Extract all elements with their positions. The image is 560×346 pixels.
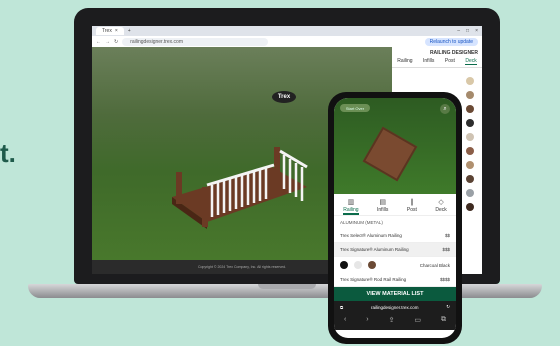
railing-option-selected[interactable]: Trex Signature® Aluminum Railing $$$	[334, 243, 456, 257]
phone-swatch-row: Charcoal Black	[334, 257, 456, 273]
phone-tab-label: Post	[406, 207, 417, 213]
phone-tab-label: Railing	[343, 207, 359, 213]
reload-icon[interactable]: ↻	[446, 304, 450, 310]
maximize-icon[interactable]: □	[466, 28, 469, 34]
color-swatch[interactable]	[340, 261, 348, 269]
tab-railing[interactable]: Railing	[397, 58, 412, 65]
phone-tabs: ▥ Railing ▤ Infills ∥ Post ◇ Deck	[334, 194, 456, 215]
color-swatch-list	[466, 77, 474, 211]
browser-tab[interactable]: Trex ×	[96, 27, 124, 35]
tab-deck[interactable]: Deck	[465, 58, 477, 65]
option-price: $$$	[442, 247, 450, 252]
option-price: $$	[444, 233, 450, 238]
color-swatch[interactable]	[466, 175, 474, 183]
color-swatch[interactable]	[466, 203, 474, 211]
deck-railing-illustration	[172, 147, 308, 229]
deck-icon: ◇	[438, 199, 444, 206]
color-swatch[interactable]	[466, 147, 474, 155]
color-swatch[interactable]	[466, 91, 474, 99]
phone-tab-label: Infills	[377, 207, 389, 213]
update-button[interactable]: Relaunch to update	[424, 37, 478, 46]
color-swatch[interactable]	[466, 161, 474, 169]
phone-url: railingdesigner.trex.com	[370, 304, 419, 310]
new-tab-icon[interactable]: +	[128, 28, 131, 34]
color-swatch[interactable]	[466, 189, 474, 197]
deck-top-view	[362, 126, 418, 182]
start-over-button[interactable]: Start Over	[340, 104, 370, 112]
tab-infills[interactable]: Infills	[423, 58, 434, 65]
phone-tab-infills[interactable]: ▤ Infills	[377, 198, 388, 215]
back-icon[interactable]: ‹	[344, 316, 346, 324]
tagline-text: t.	[0, 138, 16, 168]
panel-title: RAILING DESIGNER	[429, 50, 478, 56]
url-input[interactable]: railingdesigner.trex.com	[122, 37, 269, 46]
tabs-icon[interactable]: ⧉	[340, 305, 343, 310]
color-swatch[interactable]	[466, 105, 474, 113]
option-price: $$$$	[439, 277, 450, 282]
railing-icon: ▥	[347, 199, 355, 206]
railing-option[interactable]: Trex Signature® Rod Rail Railing $$$$	[334, 273, 456, 287]
forward-icon[interactable]: ›	[366, 316, 368, 324]
option-name: Trex Signature® Rod Rail Railing	[340, 277, 407, 282]
window-close-icon[interactable]: ×	[475, 28, 478, 34]
close-icon[interactable]: ×	[115, 28, 118, 34]
browser-tab-bar: Trex × + – □ ×	[92, 26, 482, 36]
window-controls: – □ ×	[457, 28, 482, 34]
color-swatch[interactable]	[466, 77, 474, 85]
infills-icon: ▤	[379, 199, 387, 206]
back-icon[interactable]: ←	[96, 39, 101, 45]
phone-address-bar[interactable]: ⧉ railingdesigner.trex.com ↻	[334, 301, 456, 313]
phone-tab-railing[interactable]: ▥ Railing	[343, 198, 359, 215]
phone-nav-bar: ‹ › ⇪ ▭ ⧉	[334, 313, 456, 330]
laptop-notch	[258, 284, 316, 289]
reload-icon[interactable]: ↻	[114, 39, 118, 45]
tab-post[interactable]: Post	[445, 58, 455, 65]
phone-deck-scene[interactable]: Start Over ⌕	[334, 98, 456, 194]
color-swatch[interactable]	[466, 133, 474, 141]
color-swatch[interactable]	[354, 261, 362, 269]
phone-tab-deck[interactable]: ◇ Deck	[435, 198, 446, 215]
phone-screen: Start Over ⌕ ▥ Railing ▤ Infills ∥ Post …	[334, 98, 456, 338]
railing-option[interactable]: Trex Select® Aluminum Railing $$	[334, 229, 456, 243]
tab-title: Trex	[102, 28, 112, 34]
phone-tab-post[interactable]: ∥ Post	[407, 198, 417, 215]
swatch-label: Charcoal Black	[419, 262, 450, 268]
color-swatch[interactable]	[466, 119, 474, 127]
phone-tab-label: Deck	[435, 207, 447, 213]
view-material-list-button[interactable]: VIEW MATERIAL LIST	[334, 287, 456, 301]
minimize-icon[interactable]: –	[457, 28, 460, 34]
color-swatch[interactable]	[368, 261, 376, 269]
section-title: ALUMINUM (METAL)	[334, 215, 456, 229]
post-icon: ∥	[410, 199, 414, 206]
trex-logo: Trex	[272, 91, 296, 103]
option-name: Trex Select® Aluminum Railing	[340, 233, 402, 238]
bookmarks-icon[interactable]: ▭	[414, 316, 421, 324]
tabs-overview-icon[interactable]: ⧉	[441, 316, 446, 324]
option-name: Trex Signature® Aluminum Railing	[340, 247, 409, 252]
panel-tabs: Railing Infills Post Deck	[392, 58, 482, 68]
forward-icon[interactable]: →	[105, 39, 110, 45]
search-icon[interactable]: ⌕	[440, 104, 450, 114]
share-icon[interactable]: ⇪	[389, 316, 395, 324]
